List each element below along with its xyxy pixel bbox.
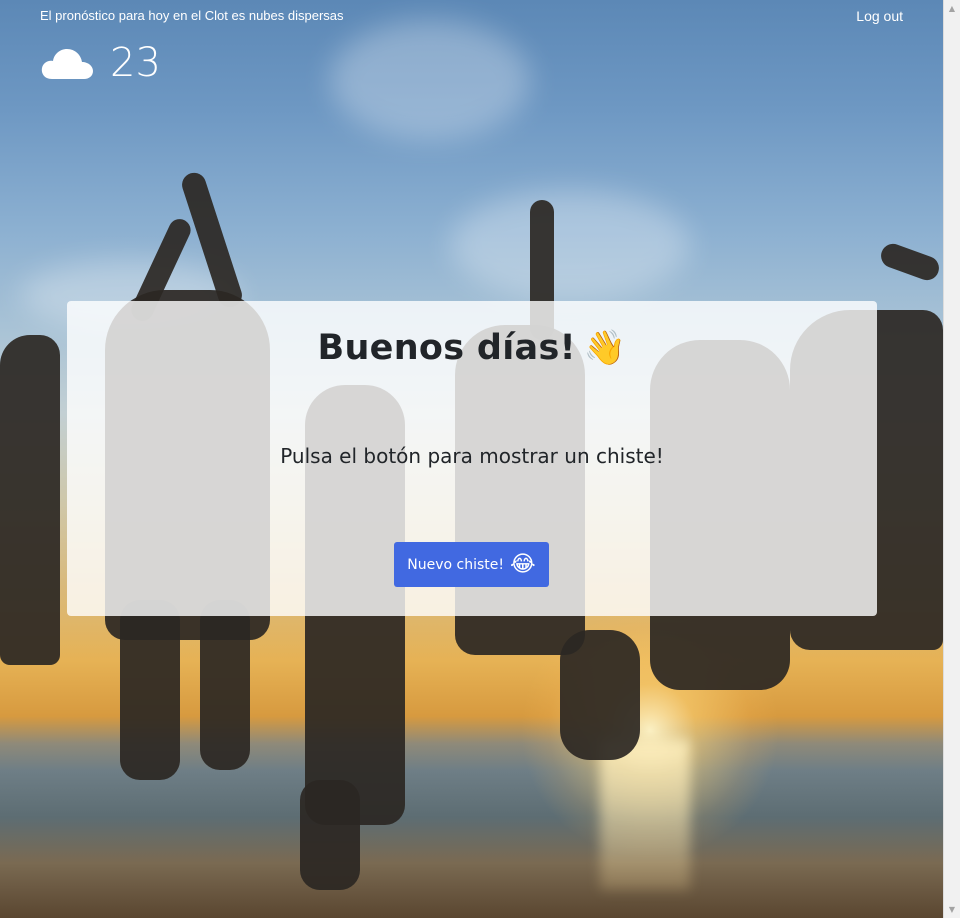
- person-silhouette: [560, 630, 640, 760]
- person-silhouette: [120, 600, 180, 780]
- greeting-text: Buenos días!: [317, 328, 576, 368]
- greeting-card: Buenos días! 👋 Pulsa el botón para mostra…: [67, 301, 877, 616]
- temperature-value: 23: [110, 40, 161, 86]
- joke-text: Pulsa el botón para mostrar un chiste!: [280, 444, 664, 468]
- cloud-decoration: [450, 190, 690, 300]
- logout-link[interactable]: Log out: [856, 8, 903, 24]
- cloud-decoration: [330, 20, 530, 140]
- waving-hand-icon: 👋: [583, 328, 627, 368]
- greeting-heading: Buenos días! 👋: [67, 328, 877, 368]
- scroll-up-arrow-icon[interactable]: ▲: [944, 0, 960, 17]
- sun-reflection: [600, 740, 690, 890]
- person-silhouette: [300, 780, 360, 890]
- laughing-face-icon: 😂: [510, 551, 536, 577]
- cloud-icon: [41, 49, 93, 79]
- scroll-down-arrow-icon[interactable]: ▼: [944, 901, 960, 918]
- person-silhouette: [0, 335, 60, 665]
- weather-widget: 23: [40, 38, 161, 88]
- forecast-text: El pronóstico para hoy en el Clot es nub…: [40, 8, 344, 23]
- new-joke-button[interactable]: Nuevo chiste! 😂: [394, 542, 549, 587]
- person-silhouette: [877, 240, 943, 284]
- top-bar: El pronóstico para hoy en el Clot es nub…: [40, 8, 903, 28]
- person-silhouette: [200, 600, 250, 770]
- background-photo: El pronóstico para hoy en el Clot es nub…: [0, 0, 943, 918]
- vertical-scrollbar[interactable]: ▲ ▼: [943, 0, 960, 918]
- new-joke-button-label: Nuevo chiste!: [407, 556, 504, 573]
